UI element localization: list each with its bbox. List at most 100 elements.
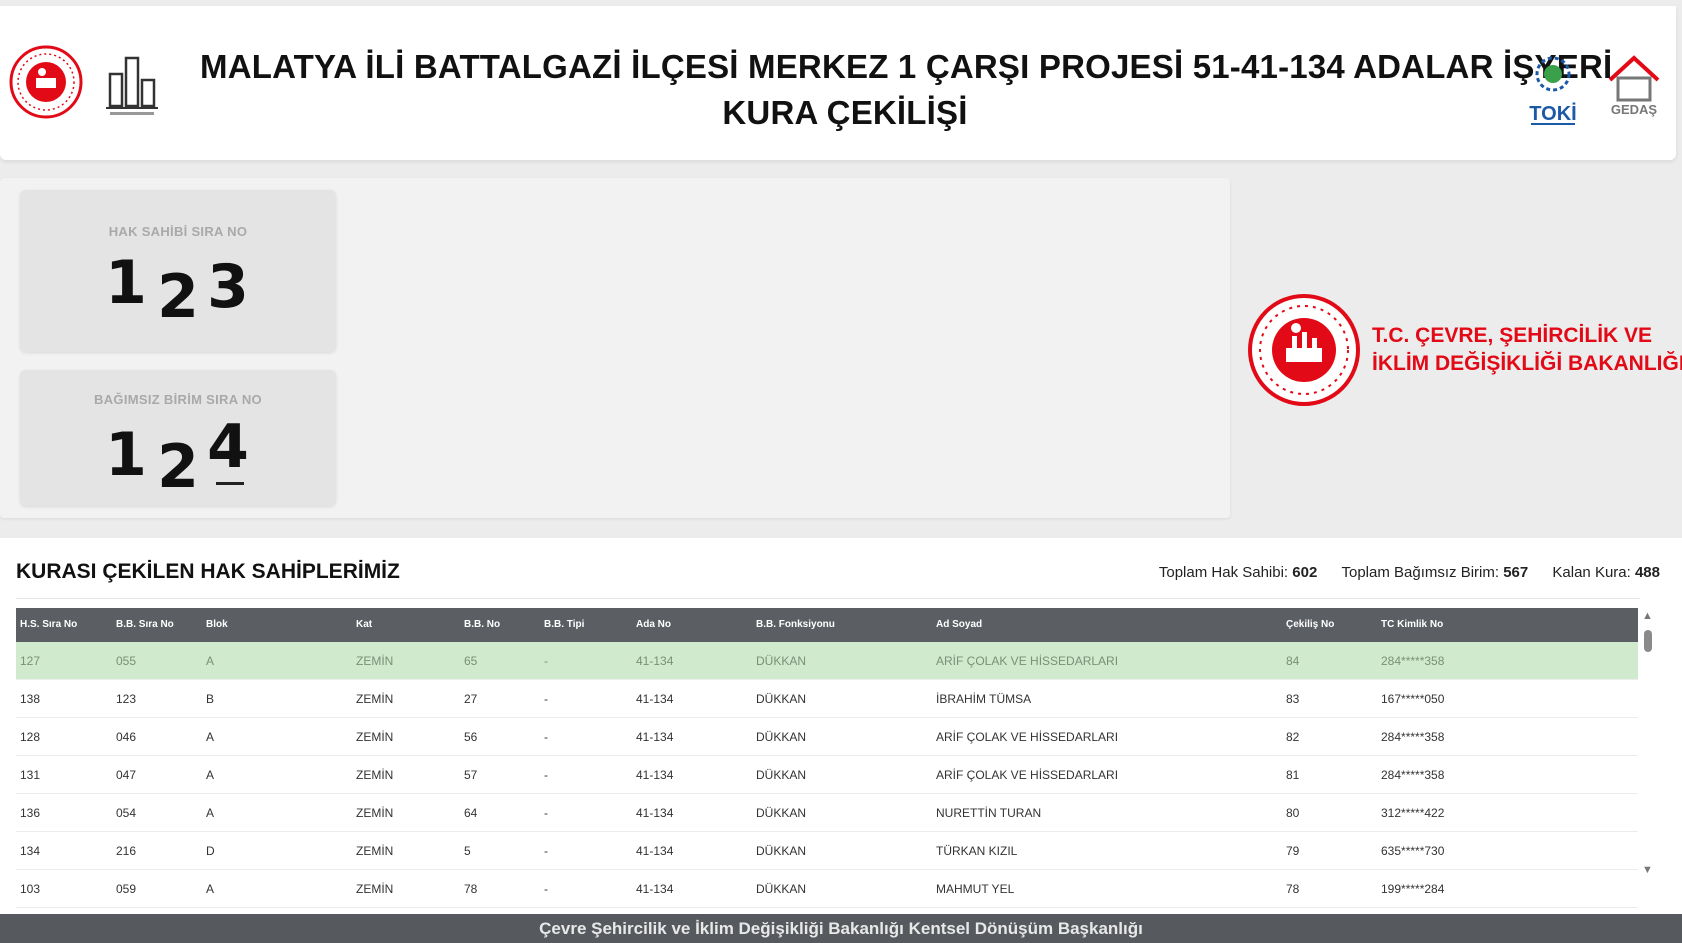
cell-col-name: ARİF ÇOLAK VE HİSSEDARLARI — [936, 730, 1119, 744]
cell-col-function: DÜKKAN — [756, 654, 807, 668]
gedas-logo-text: GEDAŞ — [1611, 102, 1658, 117]
header-col-floor: Kat — [356, 619, 373, 630]
table-row[interactable]: 131 047 A ZEMİN 57 - 41-134 DÜKKAN ARİF ÇOLAK VE… — [16, 756, 1638, 794]
table-row[interactable]: 103 059 A ZEMİN 78 - 41-134 DÜKKAN MAHMUT YEL 78 1… — [16, 870, 1638, 908]
cell-col-bb-type: - — [544, 882, 548, 896]
cell-col-draw-no: 82 — [1286, 730, 1300, 744]
rolling-digit-underline — [216, 482, 244, 485]
cell-col-bb-type: - — [544, 730, 548, 744]
cell-col-floor: ZEMİN — [356, 806, 394, 820]
ministry-large-seal-logo — [1248, 294, 1360, 406]
cell-col-id-no: 284*****358 — [1381, 768, 1445, 782]
cell-col-bb-order: 123 — [116, 692, 137, 706]
cell-col-id-no: 284*****358 — [1381, 654, 1445, 668]
scroll-down-arrow-icon[interactable]: ▼ — [1642, 864, 1653, 876]
cell-col-hs-order: 127 — [20, 654, 41, 668]
cell-col-bb-order: 216 — [116, 844, 137, 858]
cell-col-name: MAHMUT YEL — [936, 882, 1015, 896]
results-table[interactable]: H.S. Sıra No B.B. Sıra No Blok Kat B.B. No B.… — [16, 608, 1638, 914]
cell-col-bb-type: - — [544, 654, 548, 668]
table-row[interactable]: 138 123 B ZEMİN 27 - 41-134 DÜKKAN İBRAHİM TÜMSA… — [16, 680, 1638, 718]
section-divider — [16, 598, 1640, 599]
cell-col-name: NURETTİN TURAN — [936, 806, 1042, 820]
cell-col-draw-no: 81 — [1286, 768, 1300, 782]
cell-col-bb-type: - — [544, 844, 548, 858]
cell-col-function: DÜKKAN — [756, 844, 807, 858]
cell-col-function: DÜKKAN — [756, 692, 807, 706]
cell-col-hs-order: 138 — [20, 692, 41, 706]
owner-order-label: HAK SAHİBİ SIRA NO — [108, 224, 248, 239]
table-scrollbar[interactable]: ▲ ▼ — [1640, 610, 1656, 880]
owner-order-box: HAK SAHİBİ SIRA NO 1 2 3 — [20, 190, 336, 352]
stat-total-owners: Toplam Hak Sahibi: 602 — [1159, 564, 1317, 581]
cell-col-bb-type: - — [544, 692, 548, 706]
ministry-name-line-2: İKLİM DEĞİŞİKLİĞİ BAKANLIĞI — [1372, 352, 1682, 375]
stat-total-owners-label: Toplam Hak Sahibi: — [1158, 564, 1289, 581]
cell-col-block: A — [206, 654, 215, 668]
table-row[interactable]: 128 046 A ZEMİN 56 - 41-134 DÜKKAN ARİF ÇOLAK VE… — [16, 718, 1638, 756]
results-title: KURASI ÇEKİLEN HAK SAHİPLERİMİZ — [16, 560, 400, 583]
header-col-hs-order: H.S. Sıra No — [20, 619, 78, 630]
cell-col-floor: ZEMİN — [356, 730, 394, 744]
scroll-thumb[interactable] — [1644, 630, 1652, 652]
table-row[interactable]: 134 216 D ZEMİN 5 - 41-134 DÜKKAN TÜRKAN KIZIL 79… — [16, 832, 1638, 870]
cell-col-id-no: 312*****422 — [1381, 806, 1445, 820]
cell-col-block: D — [206, 844, 215, 858]
cell-col-name: ARİF ÇOLAK VE HİSSEDARLARI — [936, 768, 1119, 782]
page-title: MALATYA İLİ BATTALGAZİ İLÇESİ MERKEZ 1 Ç… — [200, 44, 1613, 136]
cell-col-bb-order: 055 — [116, 654, 137, 668]
header-col-function: B.B. Fonksiyonu — [756, 619, 835, 630]
unit-order-digit-1: 1 — [105, 420, 147, 490]
cell-col-hs-order: 134 — [20, 844, 41, 858]
cell-col-bb-no: 57 — [464, 768, 478, 782]
cell-col-parcel: 41-134 — [636, 882, 674, 896]
owner-order-digit-1: 1 — [105, 248, 147, 318]
cell-col-hs-order: 128 — [20, 730, 41, 744]
cell-col-bb-type: - — [544, 806, 548, 820]
cell-col-function: DÜKKAN — [756, 730, 807, 744]
owner-order-digit-2: 2 — [157, 262, 199, 332]
cell-col-name: TÜRKAN KIZIL — [936, 844, 1018, 858]
cell-col-parcel: 41-134 — [636, 844, 674, 858]
owner-order-digit-3: 3 — [207, 252, 249, 322]
header-col-parcel: Ada No — [636, 619, 671, 630]
cell-col-id-no: 635*****730 — [1381, 844, 1445, 858]
unit-order-digit-2: 2 — [157, 432, 199, 502]
cell-col-floor: ZEMİN — [356, 844, 394, 858]
unit-order-box: BAĞIMSIZ BİRİM SIRA NO 1 2 4 — [20, 370, 336, 506]
cell-col-block: A — [206, 730, 215, 744]
cell-col-parcel: 41-134 — [636, 768, 674, 782]
title-line-1: MALATYA İLİ BATTALGAZİ İLÇESİ MERKEZ 1 Ç… — [200, 48, 1613, 85]
title-line-2: KURA ÇEKİLİŞİ — [722, 94, 968, 131]
unit-order-label: BAĞIMSIZ BİRİM SIRA NO — [94, 392, 262, 407]
cell-col-draw-no: 84 — [1286, 654, 1300, 668]
cell-col-function: DÜKKAN — [756, 768, 807, 782]
unit-order-digit-3: 4 — [207, 412, 249, 482]
cell-col-block: B — [206, 692, 215, 706]
gedas-logo: GEDAŞ — [1608, 55, 1660, 117]
cell-col-hs-order: 103 — [20, 882, 41, 896]
results-panel: KURASI ÇEKİLEN HAK SAHİPLERİMİZ Toplam H… — [0, 538, 1682, 914]
cell-col-parcel: 41-134 — [636, 730, 674, 744]
cell-col-bb-order: 046 — [116, 730, 137, 744]
scroll-up-arrow-icon[interactable]: ▲ — [1642, 610, 1653, 622]
header-col-id-no: TC Kimlik No — [1381, 619, 1444, 630]
cell-col-bb-order: 047 — [116, 768, 137, 782]
cell-col-block: A — [206, 806, 215, 820]
table-row[interactable]: 127 055 A ZEMİN 65 - 41-134 DÜKKAN ARİF ÇOLAK VE… — [16, 642, 1638, 680]
ministry-name: T.C. ÇEVRE, ŞEHİRCİLİK VE İKLİM DEĞİŞİKL… — [1372, 322, 1682, 378]
stat-remaining-value: 488 — [1634, 564, 1660, 581]
cell-col-hs-order: 131 — [20, 768, 41, 782]
ministry-seal-logo — [9, 45, 83, 119]
cell-col-floor: ZEMİN — [356, 692, 394, 706]
table-row[interactable]: 136 054 A ZEMİN 64 - 41-134 DÜKKAN NURETTİN TURA… — [16, 794, 1638, 832]
cell-col-draw-no: 79 — [1286, 844, 1300, 858]
stat-total-units-label: Toplam Bağımsız Birim: — [1341, 564, 1500, 581]
toki-logo: TOKİ — [1529, 56, 1577, 125]
cell-col-id-no: 284*****358 — [1381, 730, 1445, 744]
cell-col-bb-no: 56 — [464, 730, 478, 744]
cell-col-hs-order: 136 — [20, 806, 41, 820]
cell-col-block: A — [206, 882, 215, 896]
header-col-bb-order: B.B. Sıra No — [116, 619, 174, 630]
page-footer: Çevre Şehircilik ve İklim Değişikliği Ba… — [0, 914, 1682, 943]
